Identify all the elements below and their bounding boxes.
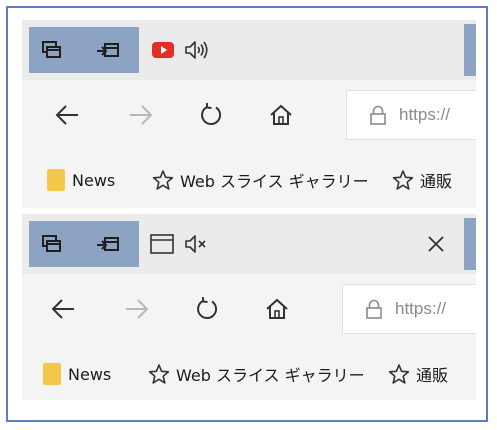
blank-page-icon xyxy=(150,234,174,254)
back-button[interactable] xyxy=(50,98,84,132)
forward-button[interactable] xyxy=(124,98,158,132)
audio-playing-button[interactable] xyxy=(182,38,212,62)
favorite-web-slice-gallery[interactable]: Web スライス ギャラリー xyxy=(148,360,365,388)
set-tabs-aside-icon xyxy=(97,43,119,57)
refresh-button[interactable] xyxy=(190,292,224,326)
set-tabs-aside-button[interactable] xyxy=(91,33,125,67)
forward-button[interactable] xyxy=(120,292,154,326)
star-icon xyxy=(388,364,410,384)
forward-arrow-icon xyxy=(126,299,149,319)
tab-bar-edge xyxy=(464,218,476,270)
folder-icon xyxy=(43,363,61,385)
browser-window-top: https:// News Web スライス ギャラリー 通販 xyxy=(22,20,476,208)
youtube-icon xyxy=(152,42,174,58)
home-icon xyxy=(270,104,292,125)
star-icon xyxy=(152,170,174,190)
forward-arrow-icon xyxy=(130,105,153,125)
star-icon xyxy=(392,170,414,190)
lock-icon xyxy=(366,299,382,319)
tabs-preview-icon xyxy=(42,235,61,252)
home-icon xyxy=(266,298,288,319)
set-tabs-aside-icon xyxy=(97,237,119,251)
favorite-label: 通販 xyxy=(416,366,449,385)
refresh-button[interactable] xyxy=(194,98,228,132)
tabs-preview-button[interactable] xyxy=(35,227,69,261)
favorites-bar: News Web スライス ギャラリー 通販 xyxy=(22,344,476,400)
favorite-tsuhan[interactable]: 通販 xyxy=(388,360,448,388)
back-arrow-icon xyxy=(51,299,74,319)
favorites-bar: News Web スライス ギャラリー 通販 xyxy=(22,150,476,208)
back-button[interactable] xyxy=(46,292,80,326)
favorite-web-slice-gallery[interactable]: Web スライス ギャラリー xyxy=(152,166,369,194)
tabs-preview-icon xyxy=(42,41,61,58)
tab-actions xyxy=(29,27,139,73)
lock-icon xyxy=(370,105,386,125)
favorite-label: Web スライス ギャラリー xyxy=(176,366,365,385)
refresh-icon xyxy=(201,103,222,125)
close-tab-button[interactable] xyxy=(424,232,448,256)
favorite-news[interactable]: News xyxy=(42,360,111,388)
youtube-tab-favicon[interactable] xyxy=(150,40,176,60)
home-button[interactable] xyxy=(260,292,294,326)
tab-bar xyxy=(22,20,476,80)
favorite-label: 通販 xyxy=(420,172,453,191)
address-text: https:// xyxy=(399,105,451,124)
tab-bar-edge xyxy=(464,24,476,76)
audio-playing-icon xyxy=(185,41,208,59)
audio-muted-button[interactable] xyxy=(182,232,212,256)
home-button[interactable] xyxy=(264,98,298,132)
favorite-label: News xyxy=(72,170,116,190)
refresh-icon xyxy=(197,297,218,319)
tab-bar xyxy=(22,214,476,274)
favorite-label: News xyxy=(68,364,112,384)
lock-icon-wrap xyxy=(363,297,385,321)
navigation-bar: https:// xyxy=(22,274,476,344)
back-arrow-icon xyxy=(55,105,78,125)
address-bar[interactable]: https:// xyxy=(346,90,476,140)
tabs-preview-button[interactable] xyxy=(35,33,69,67)
address-bar[interactable]: https:// xyxy=(342,284,476,334)
lock-icon-wrap xyxy=(367,103,389,127)
navigation-bar: https:// xyxy=(22,80,476,150)
star-icon xyxy=(148,364,170,384)
folder-icon xyxy=(47,169,65,191)
favorite-label: Web スライス ギャラリー xyxy=(180,172,369,191)
address-text: https:// xyxy=(395,299,447,318)
favorite-tsuhan[interactable]: 通販 xyxy=(392,166,452,194)
set-tabs-aside-button[interactable] xyxy=(91,227,125,261)
close-icon xyxy=(428,236,444,252)
tab-actions xyxy=(29,221,139,267)
browser-window-bottom: https:// News Web スライス ギャラリー 通販 xyxy=(22,214,476,400)
favorite-news[interactable]: News xyxy=(46,166,115,194)
audio-muted-icon xyxy=(185,235,206,253)
tab-favicon[interactable] xyxy=(148,232,176,256)
